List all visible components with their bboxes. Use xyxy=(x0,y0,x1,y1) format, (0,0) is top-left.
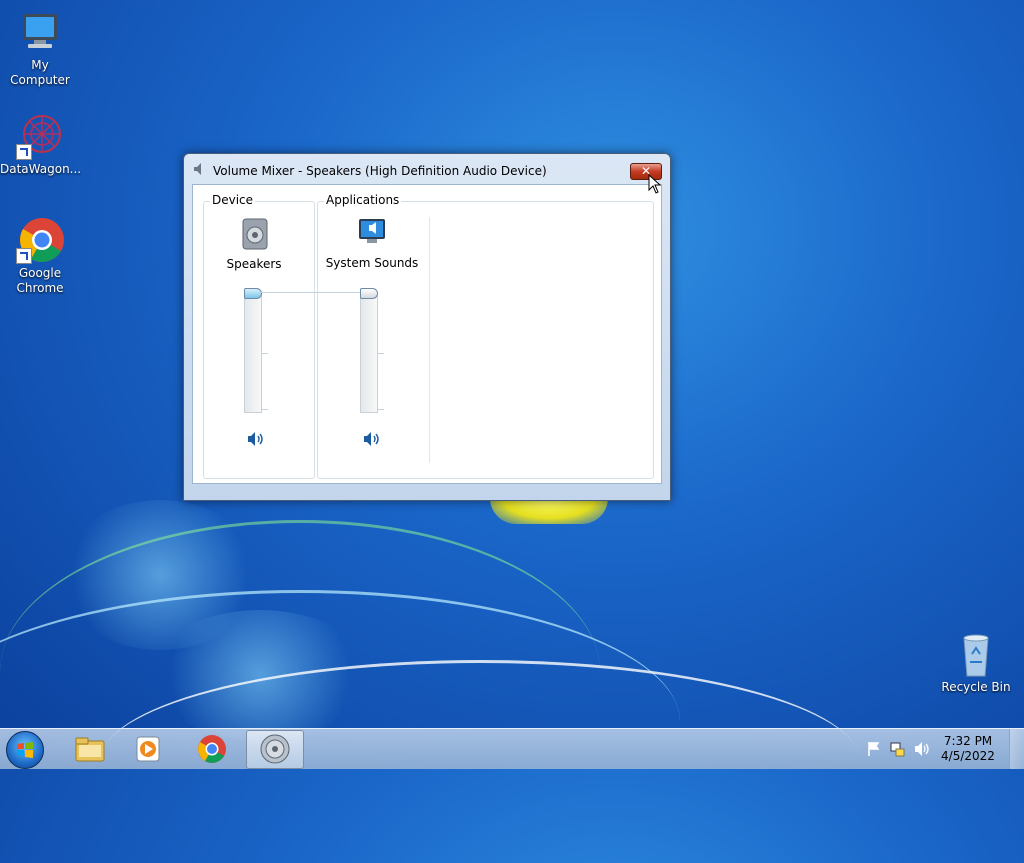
media-player-icon xyxy=(136,736,160,762)
start-button[interactable] xyxy=(6,731,44,769)
desktop-icon-datawagon[interactable]: DataWagon... xyxy=(0,112,82,177)
desktop-icon-recycle-bin[interactable]: Recycle Bin xyxy=(936,630,1016,695)
desktop-icon-label: Recycle Bin xyxy=(941,680,1011,694)
speakers-icon[interactable] xyxy=(238,217,272,251)
network-icon[interactable] xyxy=(890,741,906,760)
computer-icon xyxy=(16,8,64,56)
datawagon-icon xyxy=(16,112,64,160)
section-divider xyxy=(429,217,430,463)
windows-logo-icon xyxy=(17,742,33,758)
taskbar-media-player[interactable] xyxy=(120,730,176,767)
speakers-label: Speakers xyxy=(226,257,282,271)
recycle-bin-icon xyxy=(952,630,1000,678)
desktop-icon-my-computer[interactable]: My Computer xyxy=(0,8,80,88)
window-titlebar[interactable]: Volume Mixer - Speakers (High Definition… xyxy=(184,154,670,184)
taskbar-clock[interactable]: 7:32 PM 4/5/2022 xyxy=(938,734,998,764)
desktop-icon-label: Google Chrome xyxy=(16,266,64,295)
clock-date: 4/5/2022 xyxy=(941,749,995,763)
speakers-mute-icon[interactable] xyxy=(247,431,265,447)
window-title: Volume Mixer - Speakers (High Definition… xyxy=(213,164,547,178)
shortcut-arrow-icon xyxy=(16,144,32,160)
volume-tray-icon[interactable] xyxy=(914,741,930,760)
speaker-icon xyxy=(260,734,290,764)
action-center-flag-icon[interactable] xyxy=(866,741,882,760)
system-sounds-label: System Sounds xyxy=(325,256,419,270)
speaker-icon xyxy=(194,163,204,175)
folder-icon xyxy=(75,737,105,762)
speakers-volume-slider[interactable] xyxy=(244,288,262,413)
slider-tick xyxy=(262,409,268,410)
slider-tick xyxy=(262,353,268,354)
desktop-icon-google-chrome[interactable]: Google Chrome xyxy=(0,216,80,296)
taskbar-volume-mixer[interactable] xyxy=(246,730,304,769)
taskbar-file-explorer[interactable] xyxy=(62,730,118,767)
slider-tick xyxy=(378,353,384,354)
applications-group-label: Applications xyxy=(324,193,402,207)
clock-time: 7:32 PM xyxy=(943,734,993,748)
system-sounds-volume-thumb[interactable] xyxy=(360,288,378,299)
system-sounds-volume-slider[interactable] xyxy=(360,288,378,413)
chrome-icon xyxy=(16,216,64,264)
slider-link-line xyxy=(261,292,361,293)
taskbar: 7:32 PM 4/5/2022 xyxy=(0,728,1024,769)
desktop-icon-label: DataWagon... xyxy=(0,162,82,176)
mixer-panel: Device Applications Speakers System Soun… xyxy=(192,184,662,484)
taskbar-chrome[interactable] xyxy=(184,730,240,767)
mouse-pointer-icon xyxy=(648,173,662,194)
volume-mixer-window: Volume Mixer - Speakers (High Definition… xyxy=(183,153,671,501)
shortcut-arrow-icon xyxy=(16,248,32,264)
show-desktop-button[interactable] xyxy=(1009,729,1024,769)
chrome-icon xyxy=(198,735,226,763)
desktop-icon-label: My Computer xyxy=(10,58,70,87)
slider-tick xyxy=(378,409,384,410)
system-sounds-mute-icon[interactable] xyxy=(363,431,381,447)
system-sounds-icon[interactable] xyxy=(355,215,389,249)
device-group-label: Device xyxy=(210,193,256,207)
speakers-volume-thumb[interactable] xyxy=(244,288,262,299)
